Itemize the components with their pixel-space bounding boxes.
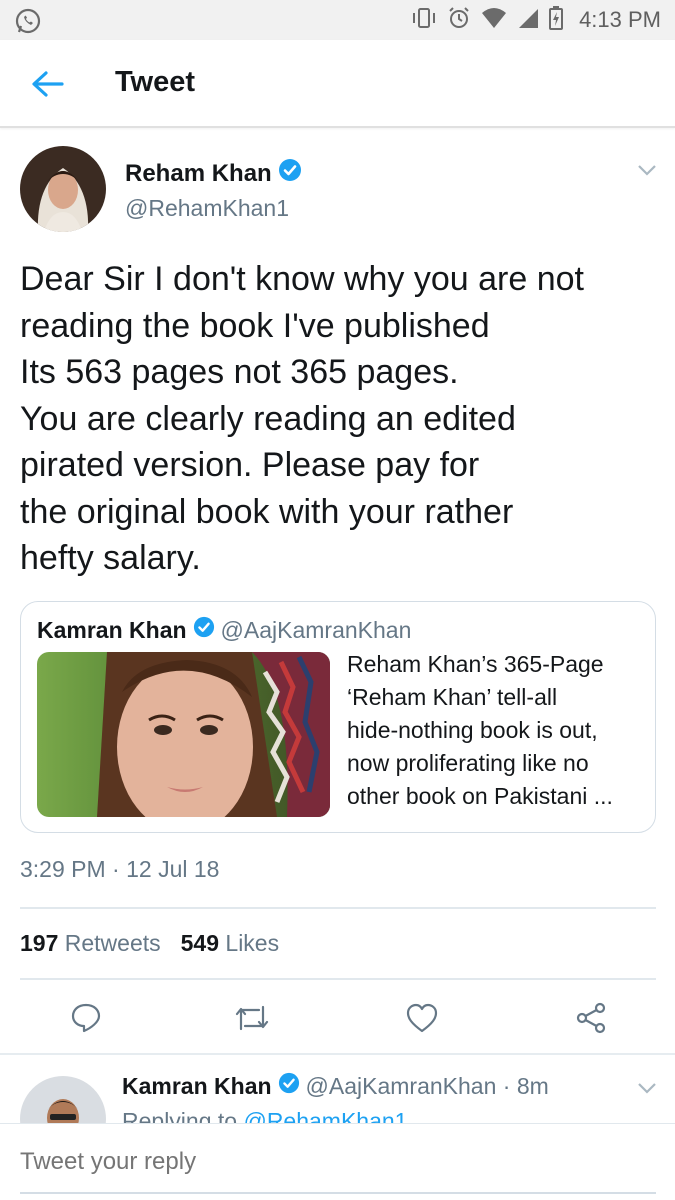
quoted-author-handle: @AajKamranKhan	[220, 616, 412, 643]
quoted-text-line: Reham Khan’s 365-Page	[347, 651, 604, 677]
app-bar: Tweet	[0, 40, 675, 128]
arrow-left-icon	[32, 71, 64, 97]
tweet-actions	[0, 998, 675, 1038]
divider	[0, 1053, 675, 1055]
quoted-text-line: ‘Reham Khan’ tell-all	[347, 684, 558, 710]
reply-menu-button[interactable]	[636, 1080, 658, 1096]
tweet-stats: 197 Retweets 549 Likes	[20, 930, 279, 957]
retweet-button[interactable]	[232, 998, 272, 1038]
quoted-author-name: Kamran Khan	[37, 616, 187, 643]
author-name-text: Reham Khan	[125, 159, 272, 187]
tweet-timestamp: 3:29 PM · 12 Jul 18	[20, 856, 220, 882]
retweets-stat[interactable]: 197 Retweets	[20, 930, 161, 957]
quoted-tweet-card[interactable]: Kamran Khan @AajKamranKhan Reham Khan’s …	[20, 601, 656, 833]
likes-stat[interactable]: 549 Likes	[181, 930, 279, 957]
reply-button[interactable]	[66, 998, 106, 1038]
quoted-tweet-text: Reham Khan’s 365-Page ‘Reham Khan’ tell-…	[347, 648, 647, 813]
reply-input[interactable]	[20, 1148, 640, 1176]
quoted-tweet-image[interactable]	[37, 652, 330, 817]
back-button[interactable]	[28, 66, 68, 102]
heart-icon	[406, 1003, 438, 1033]
retweets-count: 197	[20, 930, 59, 956]
retweets-label: Retweets	[64, 930, 161, 956]
vibrate-icon	[411, 7, 437, 34]
retweet-icon	[235, 1005, 269, 1031]
tweet-text-line: the original book with your rather	[20, 492, 514, 531]
battery-icon	[549, 5, 564, 35]
author-name[interactable]: Reham Khan	[125, 158, 302, 189]
reply-author-handle: @AajKamranKhan · 8m	[305, 1072, 549, 1099]
chevron-down-icon	[638, 1083, 656, 1094]
status-bar: 4:13 PM	[0, 0, 675, 40]
verified-badge-icon	[278, 158, 302, 189]
like-button[interactable]	[402, 998, 442, 1038]
reply-icon	[71, 1003, 101, 1033]
quoted-tweet-header: Kamran Khan @AajKamranKhan	[37, 616, 411, 644]
quoted-text-line: hide-nothing book is out,	[347, 717, 598, 743]
share-button[interactable]	[571, 998, 611, 1038]
tweet-text-line: You are clearly reading an edited	[20, 399, 516, 438]
tweet-text-line: Its 563 pages not 365 pages.	[20, 353, 459, 391]
verified-badge-icon	[193, 616, 215, 644]
tweet-menu-button[interactable]	[636, 162, 658, 178]
chevron-down-icon	[638, 165, 656, 176]
status-icons: 4:13 PM	[411, 0, 661, 40]
whatsapp-icon	[14, 7, 42, 40]
page-title: Tweet	[115, 66, 196, 98]
divider	[20, 978, 656, 980]
tweet-text: Dear Sir I don't know why you are not re…	[20, 256, 660, 582]
likes-count: 549	[180, 930, 220, 956]
reply-input-underline	[20, 1192, 656, 1194]
avatar[interactable]	[20, 146, 106, 232]
tweet-text-line: Dear Sir I don't know why you are not	[20, 260, 584, 298]
quoted-text-line: now proliferating like no	[347, 750, 589, 776]
tweet-text-line: pirated version. Please pay for	[20, 446, 480, 484]
status-time: 4:13 PM	[579, 7, 661, 32]
reply-author-name[interactable]: Kamran Khan	[122, 1073, 272, 1100]
likes-label: Likes	[225, 930, 280, 956]
reply-header: Kamran Khan @AajKamranKhan · 8m	[122, 1072, 549, 1100]
signal-icon	[517, 7, 539, 34]
quoted-text-line: other book on Pakistani ...	[347, 783, 613, 809]
author-handle[interactable]: @RehamKhan1	[125, 195, 289, 222]
wifi-icon	[481, 7, 507, 34]
share-icon	[576, 1002, 606, 1034]
alarm-icon	[447, 6, 471, 35]
verified-badge-icon	[278, 1072, 300, 1100]
divider	[20, 907, 656, 909]
tweet-text-line: reading the book I've published	[20, 306, 490, 345]
tweet-text-line: hefty salary.	[20, 539, 201, 577]
reply-bar	[0, 1123, 675, 1200]
